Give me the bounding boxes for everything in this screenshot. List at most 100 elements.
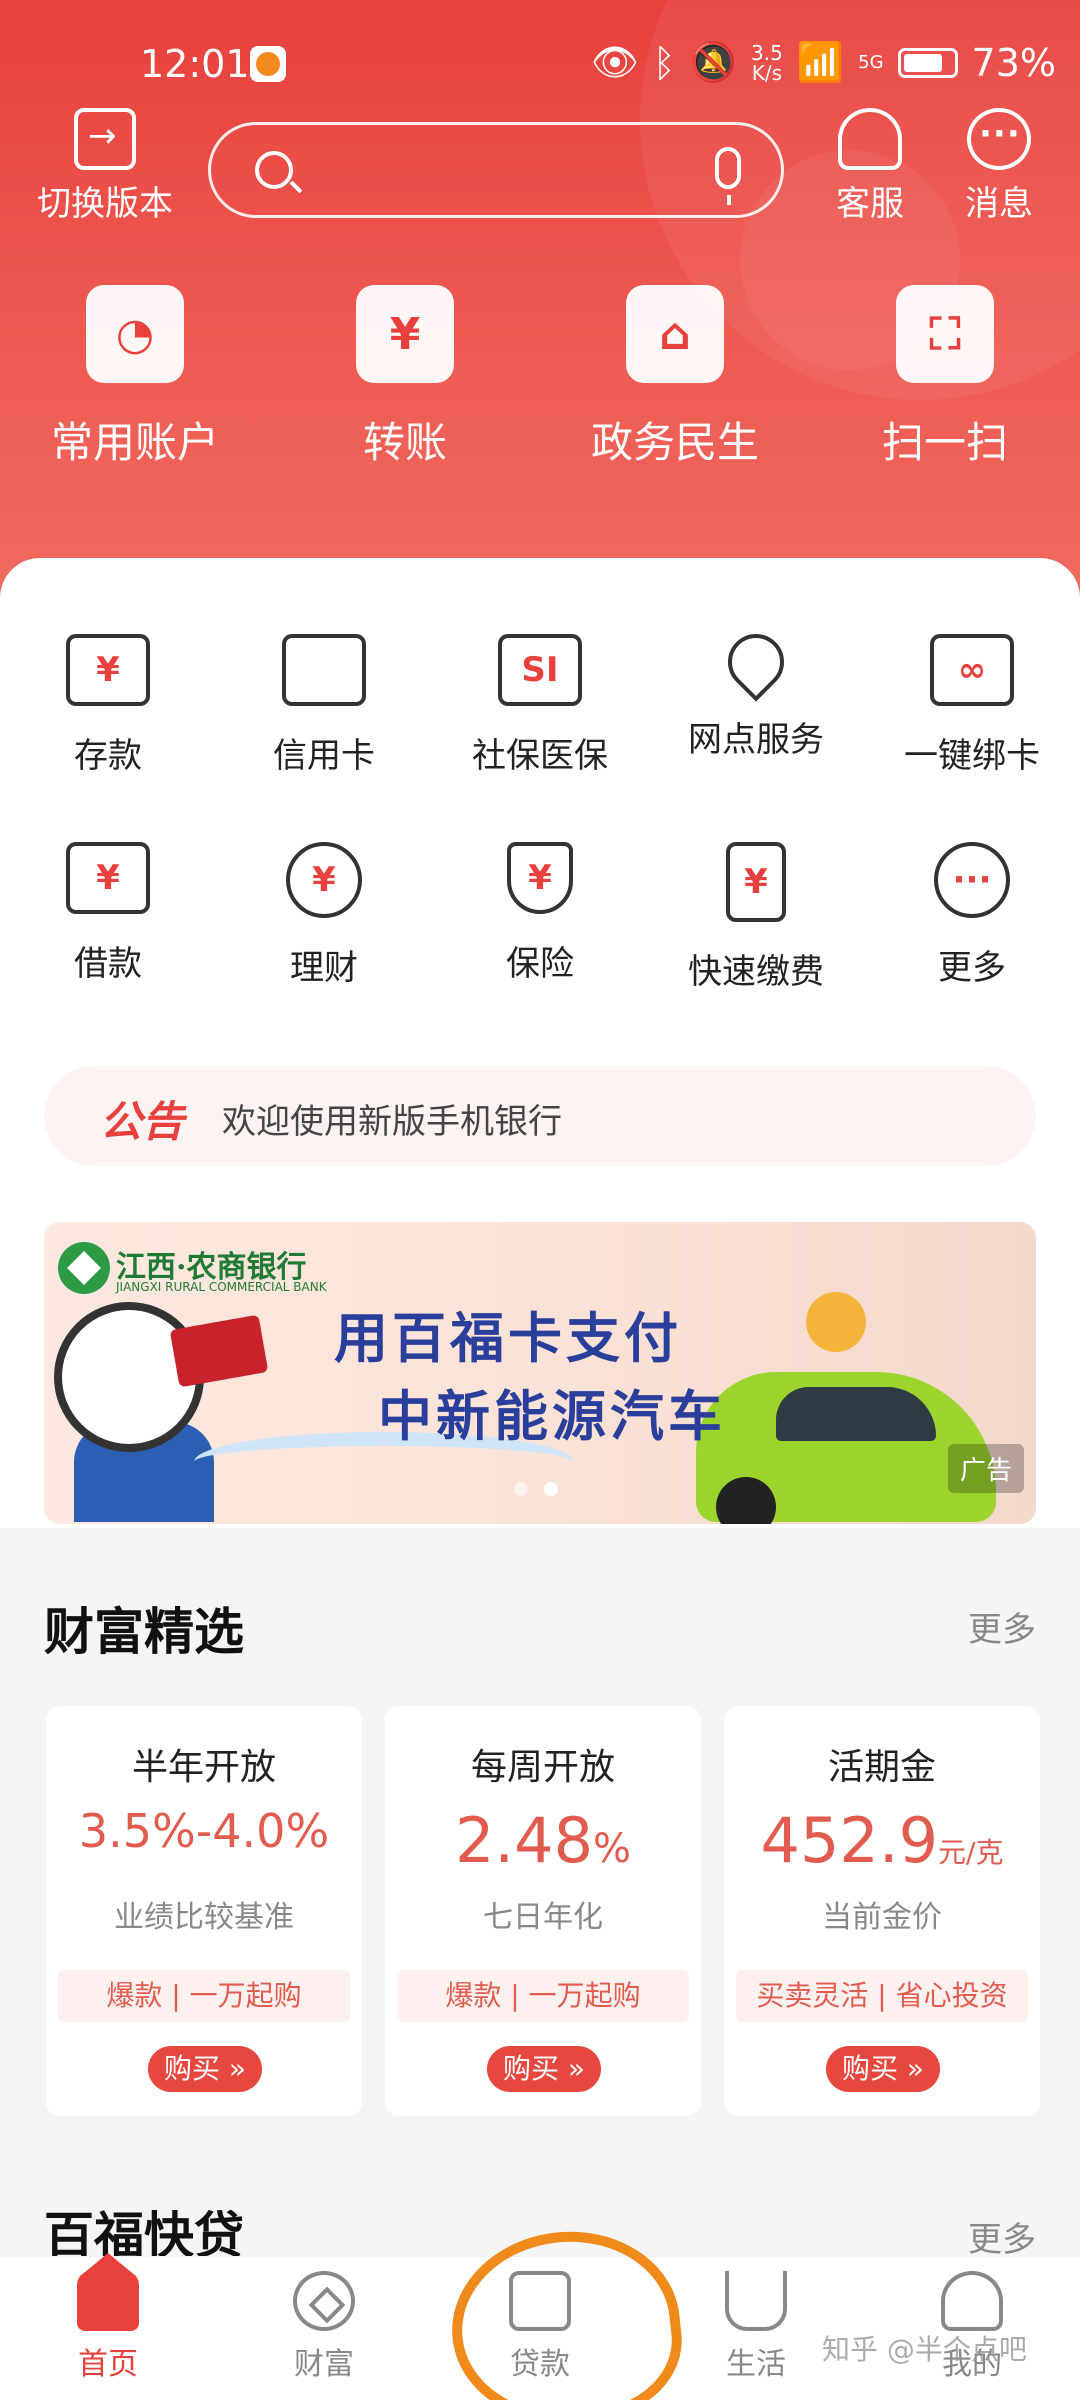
customer-service-label: 客服 <box>836 184 904 224</box>
search-input[interactable] <box>208 122 784 218</box>
switch-version-button[interactable]: 切换版本 <box>30 108 180 225</box>
tab-life[interactable]: 生活 <box>686 2271 826 2383</box>
bank-logo-icon <box>58 1242 110 1294</box>
quick-actions: ◔ 常用账户 ¥ 转账 ⌂ 政务民生 ⛶ 扫一扫 <box>0 285 1080 475</box>
product-tag: 一万起购 <box>189 1979 302 2012</box>
quick-action-label: 扫一扫 <box>881 418 1008 467</box>
car-window <box>776 1387 936 1441</box>
eye-icon: 👁 <box>590 40 639 84</box>
banner-headline-2: 中新能源汽车 <box>378 1385 726 1448</box>
product-value-unit: % <box>593 1826 632 1872</box>
buy-button[interactable]: 购买 » <box>487 2046 601 2092</box>
tab-wealth[interactable]: 财富 <box>254 2271 394 2383</box>
microphone-icon[interactable] <box>715 147 741 205</box>
wealth-circle-icon: ¥ <box>286 842 362 918</box>
service-quick-pay[interactable]: ¥ 快速缴费 <box>648 842 864 993</box>
service-bind-card[interactable]: ∞ 一键绑卡 <box>864 634 1080 777</box>
service-more[interactable]: ··· 更多 <box>864 842 1080 989</box>
product-desc: 七日年化 <box>483 1900 603 1935</box>
product-name: 活期金 <box>827 1747 936 1788</box>
net-speed-unit: K/s <box>751 60 783 85</box>
buy-button[interactable]: 购买 » <box>826 2046 940 2092</box>
net-speed: 3.5 K/s <box>751 43 783 83</box>
service-wealth[interactable]: ¥ 理财 <box>216 842 432 989</box>
status-indicators: 👁 ᛒ 🔕 3.5 K/s 📶 5G 73% <box>591 40 1056 85</box>
link-card-icon: ∞ <box>930 634 1014 706</box>
search-icon <box>255 151 293 189</box>
quick-action-label: 常用账户 <box>50 418 219 467</box>
yuan-transfer-icon: ¥ <box>356 285 454 383</box>
product-tag: 买卖灵活 <box>756 1979 869 2012</box>
product-name: 每周开放 <box>470 1747 615 1788</box>
product-value: 3.5%-4.0% <box>46 1804 362 1858</box>
signal-label: 5G <box>858 52 884 73</box>
quick-pay-icon: ¥ <box>726 842 786 922</box>
notice-text: 欢迎使用新版手机银行 <box>222 1102 562 1142</box>
scan-icon: ⛶ <box>896 285 994 383</box>
switch-version-label: 切换版本 <box>37 184 173 224</box>
wifi-icon: 📶 <box>796 40 845 84</box>
messages-label: 消息 <box>965 184 1033 224</box>
carousel-dots <box>514 1482 558 1496</box>
product-value: 452.9元/克 <box>724 1804 1040 1877</box>
product-name: 半年开放 <box>131 1747 276 1788</box>
chat-bubble-icon <box>967 108 1031 170</box>
quick-action-gov-services[interactable]: ⌂ 政务民生 <box>555 285 795 470</box>
product-card[interactable]: 半年开放 3.5%-4.0% 业绩比较基准 爆款 | 一万起购 购买 » <box>46 1706 362 2116</box>
product-card[interactable]: 每周开放 2.48% 七日年化 爆款 | 一万起购 购买 » <box>385 1706 701 2116</box>
quick-action-scan[interactable]: ⛶ 扫一扫 <box>825 285 1065 470</box>
coffee-cup-icon <box>725 2271 787 2331</box>
product-desc: 当前金价 <box>822 1900 942 1935</box>
product-desc: 业绩比较基准 <box>114 1900 294 1935</box>
hand-drawn-circle-annotation <box>442 2220 690 2400</box>
product-tag: 一万起购 <box>528 1979 641 2012</box>
service-insurance[interactable]: ¥ 保险 <box>432 842 648 985</box>
service-branch[interactable]: 网点服务 <box>648 622 864 761</box>
customer-service-button[interactable]: 客服 <box>815 108 925 225</box>
service-label: 保险 <box>506 944 574 984</box>
shield-icon: ¥ <box>507 842 573 914</box>
product-tag: 省心投资 <box>895 1979 1008 2012</box>
quick-action-accounts[interactable]: ◔ 常用账户 <box>15 285 255 470</box>
bank-name-en: JIANGXI RURAL COMMERCIAL BANK <box>116 1280 327 1294</box>
quick-action-transfer[interactable]: ¥ 转账 <box>285 285 525 470</box>
service-credit-card[interactable]: 信用卡 <box>216 634 432 777</box>
carousel-dot-active[interactable] <box>544 1482 558 1496</box>
service-deposit[interactable]: ¥ 存款 <box>0 634 216 777</box>
promo-banner[interactable]: 江西·农商银行 JIANGXI RURAL COMMERCIAL BANK 用百… <box>44 1222 1036 1524</box>
tab-label: 生活 <box>726 2347 786 2382</box>
service-label: 快速缴费 <box>688 952 824 992</box>
product-tags: 爆款 | 一万起购 <box>397 1970 689 2022</box>
wealth-more-link[interactable]: 更多 <box>968 1602 1036 1651</box>
notification-app-icon <box>250 46 286 82</box>
notice-bar[interactable]: 公告 欢迎使用新版手机银行 <box>44 1066 1036 1166</box>
service-social-security[interactable]: SI 社保医保 <box>432 634 648 777</box>
tab-home[interactable]: 首页 <box>38 2253 178 2383</box>
notice-tag: 公告 <box>100 1097 185 1146</box>
location-pin-icon <box>716 622 796 702</box>
top-bar: 切换版本 客服 消息 <box>0 108 1080 238</box>
battery-percent: 73% <box>971 40 1056 85</box>
house-heart-icon: ⌂ <box>626 285 724 383</box>
messages-button[interactable]: 消息 <box>944 108 1054 225</box>
buy-button[interactable]: 购买 » <box>148 2046 262 2092</box>
credit-card-icon <box>282 634 366 706</box>
ad-label: 广告 <box>947 1444 1024 1493</box>
headset-icon <box>838 108 902 170</box>
tab-label: 首页 <box>78 2347 138 2382</box>
home-icon <box>77 2253 139 2331</box>
loan-more-link[interactable]: 更多 <box>968 2212 1036 2261</box>
product-value-number: 3.5%-4.0% <box>78 1804 330 1858</box>
service-label: 借款 <box>74 944 142 984</box>
carousel-dot[interactable] <box>514 1482 528 1496</box>
product-card[interactable]: 活期金 452.9元/克 当前金价 买卖灵活 | 省心投资 购买 » <box>724 1706 1040 2116</box>
product-value-number: 2.48 <box>454 1804 594 1877</box>
product-tags: 买卖灵活 | 省心投资 <box>736 1970 1028 2022</box>
mute-icon: 🔕 <box>689 40 737 84</box>
service-loan[interactable]: ¥ 借款 <box>0 842 216 985</box>
service-label: 一键绑卡 <box>904 736 1040 776</box>
status-bar: 12:01 👁 ᛒ 🔕 3.5 K/s 📶 5G 73% <box>0 40 1080 90</box>
social-security-icon: SI <box>498 634 582 706</box>
battery-icon <box>897 47 958 78</box>
product-value-number: 452.9 <box>760 1804 939 1877</box>
